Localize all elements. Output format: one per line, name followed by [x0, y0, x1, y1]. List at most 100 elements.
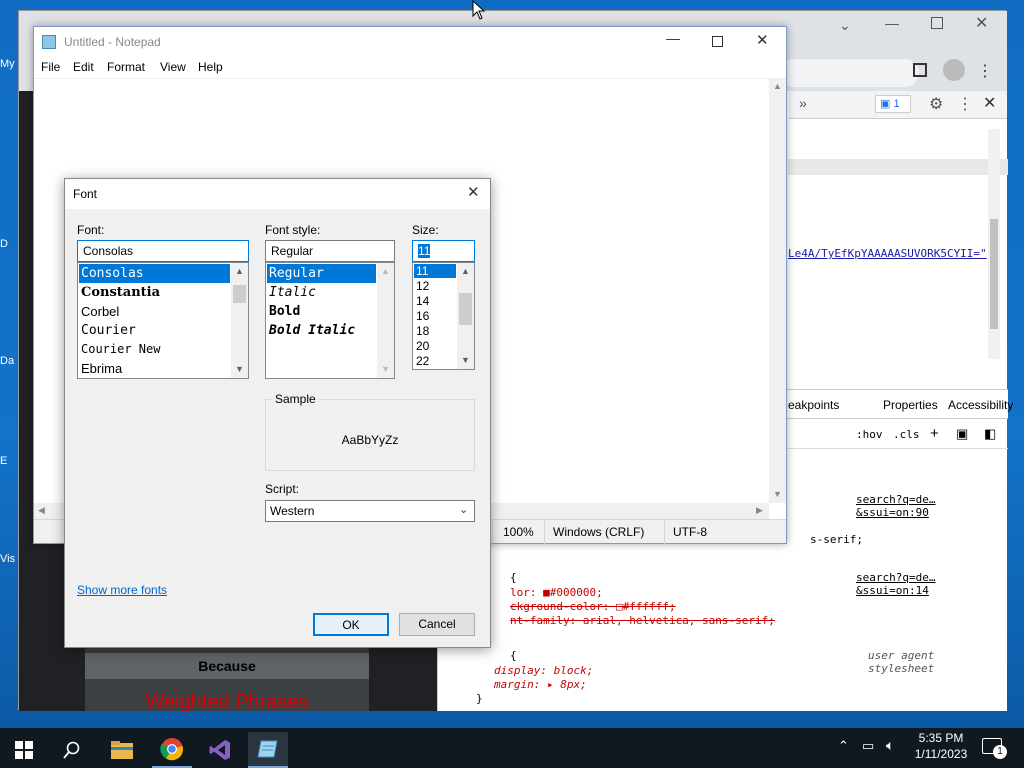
profile-icon[interactable] [943, 59, 965, 81]
issues-count: 1 [893, 98, 900, 110]
desktop-icon-label[interactable]: My [0, 58, 20, 70]
list-item[interactable]: 20 [414, 339, 429, 354]
chevron-down-icon[interactable]: ⌄ [839, 17, 851, 34]
network-icon[interactable]: ▭ [862, 738, 874, 754]
data-url[interactable]: Le4A/TyEfKpYAAAAASUVORK5CYII=" [788, 247, 988, 260]
menu-file[interactable]: File [41, 60, 60, 74]
script-select[interactable]: Western ⌄ [265, 500, 475, 522]
scroll-up-icon[interactable]: ▲ [773, 81, 782, 91]
notepad-titlebar[interactable]: Untitled - Notepad — ✕ [34, 27, 786, 57]
close-icon[interactable]: ✕ [467, 183, 480, 201]
notepad-taskbar-button[interactable] [248, 732, 288, 768]
chrome-button[interactable] [152, 732, 192, 768]
scroll-down-icon[interactable]: ▼ [457, 352, 474, 369]
volume-icon[interactable]: 🔈︎ [886, 737, 894, 754]
maximize-icon[interactable] [712, 36, 723, 47]
show-more-fonts-link[interactable]: Show more fonts [77, 583, 167, 597]
menu-edit[interactable]: Edit [73, 60, 94, 74]
close-icon[interactable]: ✕ [756, 31, 769, 49]
list-item[interactable]: Courier [79, 321, 136, 340]
dialog-titlebar[interactable]: Font ✕ [65, 179, 490, 209]
menu-help[interactable]: Help [198, 60, 223, 74]
font-list[interactable]: Consolas Constantia Corbel Courier Couri… [77, 262, 249, 379]
font-list-scrollbar[interactable]: ▲ ▼ [231, 263, 248, 378]
list-item[interactable]: Bold [267, 302, 300, 321]
list-item[interactable]: 16 [414, 309, 429, 324]
cancel-button[interactable]: Cancel [399, 613, 475, 636]
css-line: nt-family: arial, helvetica, sans-serif; [510, 614, 775, 627]
sidebar-icon[interactable] [913, 63, 927, 77]
menu-view[interactable]: View [160, 60, 186, 74]
tab-properties[interactable]: Properties [883, 398, 938, 412]
scroll-up-icon[interactable]: ▲ [377, 263, 394, 280]
style-list-scrollbar[interactable]: ▲ ▼ [377, 263, 394, 378]
ok-button[interactable]: OK [313, 613, 389, 636]
start-button[interactable] [4, 732, 44, 768]
scroll-down-icon[interactable]: ▼ [773, 489, 782, 499]
style-list[interactable]: Regular Italic Bold Bold Italic ▲ ▼ [265, 262, 395, 379]
list-item[interactable]: Regular [267, 264, 376, 283]
new-rule-icon[interactable]: + [930, 425, 939, 442]
search-button[interactable] [52, 732, 92, 768]
font-dialog: Font ✕ Font: Consolas Consolas Constanti… [64, 178, 491, 648]
size-list[interactable]: 11 12 14 16 18 20 22 ▲ ▼ [412, 262, 475, 370]
scroll-left-icon[interactable]: ◀ [38, 505, 45, 516]
size-input-value: 11 [418, 244, 431, 258]
list-item[interactable]: 14 [414, 294, 429, 309]
desktop-icon-label[interactable]: E [0, 455, 20, 467]
more-tabs-icon[interactable]: » [799, 95, 807, 111]
more-icon[interactable]: ⋮ [977, 61, 993, 81]
list-item[interactable]: Constantia [79, 283, 160, 302]
list-item[interactable]: 12 [414, 279, 429, 294]
list-item[interactable]: Corbel [79, 302, 119, 321]
desktop-icon-label[interactable]: D [0, 238, 20, 250]
notification-icon[interactable]: 1 [982, 738, 1007, 759]
style-input[interactable]: Regular [265, 240, 395, 262]
style-label: Font style: [265, 223, 321, 237]
scrollbar[interactable] [988, 129, 1000, 359]
scroll-down-icon[interactable]: ▼ [231, 361, 248, 378]
settings-icon[interactable]: ⚙ [929, 94, 943, 114]
issues-badge[interactable]: ▣ 1 [875, 95, 911, 113]
size-input[interactable]: 11 [412, 240, 475, 262]
visual-studio-button[interactable] [200, 732, 240, 768]
tab-accessibility[interactable]: Accessibility [948, 398, 1013, 412]
address-bar[interactable] [779, 59, 919, 87]
scroll-up-icon[interactable]: ▲ [457, 263, 474, 280]
tab-breakpoints[interactable]: eakpoints [788, 398, 839, 412]
font-input[interactable]: Consolas [77, 240, 249, 262]
list-item[interactable]: 22 [414, 354, 429, 369]
cls-toggle[interactable]: .cls [893, 428, 920, 441]
close-devtools-icon[interactable]: ✕ [983, 93, 996, 113]
list-item[interactable]: Ebrima [79, 359, 122, 378]
vertical-scrollbar[interactable]: ▲ ▼ [769, 79, 786, 503]
desktop-icon-label[interactable]: Da [0, 355, 20, 367]
rule-source[interactable]: search?q=de…&ssui=on:14 [856, 571, 1007, 597]
minimize-icon[interactable]: — [666, 30, 680, 46]
rule-source[interactable]: search?q=de…&ssui=on:90 [856, 493, 1007, 519]
list-item[interactable]: Courier New [79, 340, 160, 359]
scroll-right-icon[interactable]: ▶ [756, 505, 763, 516]
chevron-up-icon[interactable]: ⌃ [838, 738, 849, 754]
sidebar-toggle-icon[interactable]: ◧ [984, 426, 996, 442]
list-item[interactable]: Italic [267, 283, 316, 302]
menu-format[interactable]: Format [107, 60, 145, 74]
hov-toggle[interactable]: :hov [856, 428, 883, 441]
list-item[interactable]: 11 [414, 264, 456, 278]
css-line: } [476, 692, 483, 705]
folder-icon [111, 741, 133, 759]
size-list-scrollbar[interactable]: ▲ ▼ [457, 263, 474, 369]
maximize-icon[interactable] [931, 17, 943, 29]
scroll-down-icon[interactable]: ▼ [377, 361, 394, 378]
list-item[interactable]: Consolas [79, 264, 230, 283]
file-explorer-button[interactable] [102, 732, 142, 768]
list-item[interactable]: 18 [414, 324, 429, 339]
paint-icon[interactable]: ▣ [956, 426, 968, 442]
desktop-icon-label[interactable]: Vis [0, 553, 20, 565]
close-icon[interactable]: ✕ [975, 13, 988, 33]
minimize-icon[interactable]: — [885, 15, 899, 31]
scroll-up-icon[interactable]: ▲ [231, 263, 248, 280]
more-icon[interactable]: ⋮ [957, 94, 973, 114]
clock[interactable]: 5:35 PM 1/11/2023 [908, 731, 974, 761]
list-item[interactable]: Bold Italic [267, 321, 355, 340]
